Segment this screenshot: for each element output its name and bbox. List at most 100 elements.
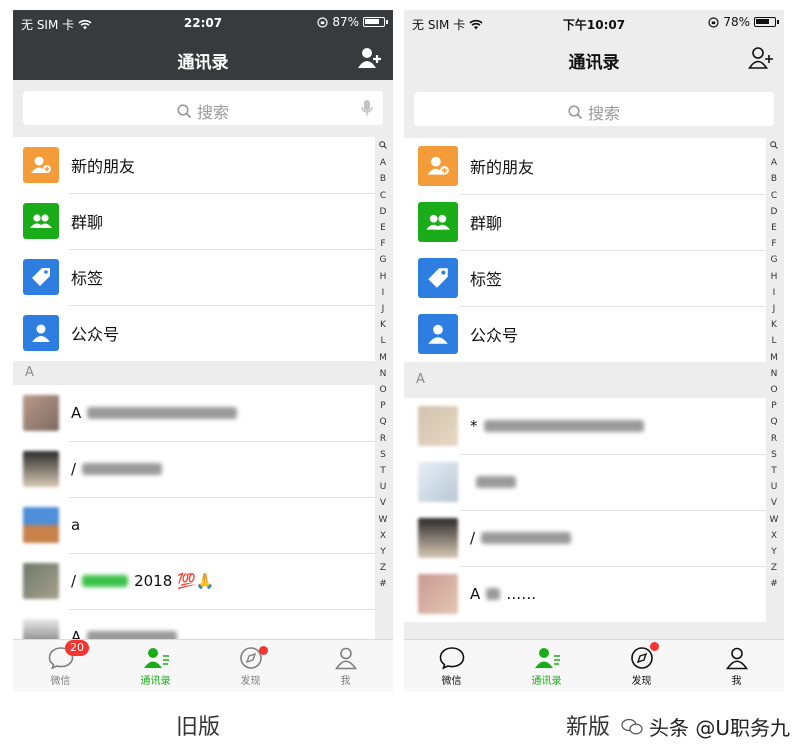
tab-me[interactable]: 我 (298, 640, 393, 692)
status-bar: 无 SIM 卡 下午10:07 78% (404, 10, 784, 36)
index-letter[interactable]: N (375, 366, 391, 382)
index-letter[interactable]: J (766, 301, 782, 317)
search-icon (177, 103, 192, 118)
search-bar[interactable]: 搜索 (414, 92, 774, 126)
index-letter[interactable]: C (766, 188, 782, 204)
page-title: 通讯录 (568, 53, 620, 73)
contact-row[interactable]: A …… (404, 566, 766, 622)
index-letter[interactable]: P (766, 398, 782, 414)
avatar (418, 406, 458, 446)
avatar (418, 574, 458, 614)
alphabet-index[interactable]: A B C D E F G H I J K L M N O P Q R S T U V W X Y Z # (766, 139, 782, 593)
index-letter[interactable]: H (766, 269, 782, 285)
index-letter[interactable]: X (375, 528, 391, 544)
tab-discover[interactable]: 发现 (203, 640, 298, 692)
index-letter[interactable]: W (375, 512, 391, 528)
blurred-name (486, 588, 501, 600)
index-letter[interactable]: M (766, 350, 782, 366)
index-letter[interactable]: Q (375, 414, 391, 430)
index-letter[interactable]: R (766, 431, 782, 447)
index-letter[interactable]: N (766, 366, 782, 382)
index-letter[interactable]: W (766, 512, 782, 528)
official-accounts-row[interactable]: 公众号 (404, 306, 766, 362)
index-letter[interactable]: U (766, 479, 782, 495)
contact-row[interactable]: A (13, 385, 375, 441)
contact-row[interactable]: / 2018 💯🙏 (13, 553, 375, 609)
index-letter[interactable]: T (375, 463, 391, 479)
index-letter[interactable]: A (375, 155, 391, 171)
index-letter[interactable]: B (375, 171, 391, 187)
index-letter[interactable]: X (766, 528, 782, 544)
index-letter[interactable]: P (375, 398, 391, 414)
tab-contacts[interactable]: 通讯录 (108, 640, 203, 692)
index-letter[interactable]: F (766, 236, 782, 252)
tab-chats[interactable]: 微信 20 (13, 640, 108, 692)
index-letter[interactable]: Y (375, 544, 391, 560)
index-letter[interactable]: K (375, 317, 391, 333)
group-chat-row[interactable]: 群聊 (13, 193, 375, 249)
index-letter[interactable]: I (766, 285, 782, 301)
microphone-icon[interactable] (361, 99, 373, 117)
blurred-name (476, 476, 516, 488)
official-accounts-label: 公众号 (71, 325, 120, 344)
tags-label: 标签 (470, 270, 503, 289)
index-letter[interactable]: H (375, 269, 391, 285)
index-search-icon[interactable] (375, 139, 391, 155)
index-letter[interactable]: E (375, 220, 391, 236)
contact-row[interactable] (404, 454, 766, 510)
official-accounts-row[interactable]: 公众号 (13, 305, 375, 361)
add-contact-icon[interactable] (357, 46, 383, 70)
index-letter[interactable]: G (766, 252, 782, 268)
index-letter[interactable]: V (375, 495, 391, 511)
index-letter[interactable]: Z (766, 560, 782, 576)
index-letter[interactable]: C (375, 188, 391, 204)
search-bar[interactable]: 搜索 (23, 91, 383, 125)
index-letter[interactable]: E (766, 220, 782, 236)
contact-row[interactable]: / (404, 510, 766, 566)
index-letter[interactable]: O (375, 382, 391, 398)
index-letter[interactable]: V (766, 495, 782, 511)
index-letter[interactable]: L (766, 333, 782, 349)
index-letter[interactable]: A (766, 155, 782, 171)
tags-row[interactable]: 标签 (13, 249, 375, 305)
index-letter[interactable]: J (375, 301, 391, 317)
index-letter[interactable]: F (375, 236, 391, 252)
index-letter[interactable]: U (375, 479, 391, 495)
index-letter[interactable]: B (766, 171, 782, 187)
index-letter[interactable]: G (375, 252, 391, 268)
battery-icon (363, 17, 388, 27)
index-letter[interactable]: D (766, 204, 782, 220)
new-friends-row[interactable]: 新的朋友 (13, 137, 375, 193)
index-letter[interactable]: I (375, 285, 391, 301)
index-letter[interactable]: S (766, 447, 782, 463)
alphabet-index[interactable]: A B C D E F G H I J K L M N O P Q R S T U V W X Y Z # (375, 139, 391, 593)
tab-bar: 微信 20 通讯录 发现 我 (13, 639, 393, 692)
index-search-icon[interactable] (766, 139, 782, 155)
tab-discover[interactable]: 发现 (594, 640, 689, 692)
index-letter[interactable]: Y (766, 544, 782, 560)
index-letter[interactable]: R (375, 431, 391, 447)
index-letter[interactable]: S (375, 447, 391, 463)
tab-me[interactable]: 我 (689, 640, 784, 692)
tab-chats[interactable]: 微信 (404, 640, 499, 692)
index-letter[interactable]: # (766, 576, 782, 592)
new-friends-row[interactable]: 新的朋友 (404, 138, 766, 194)
index-letter[interactable]: T (766, 463, 782, 479)
tags-row[interactable]: 标签 (404, 250, 766, 306)
index-letter[interactable]: L (375, 333, 391, 349)
index-letter[interactable]: Z (375, 560, 391, 576)
unread-badge: 20 (65, 640, 89, 656)
index-letter[interactable]: M (375, 350, 391, 366)
group-chat-row[interactable]: 群聊 (404, 194, 766, 250)
tab-contacts[interactable]: 通讯录 (499, 640, 594, 692)
index-letter[interactable]: D (375, 204, 391, 220)
index-letter[interactable]: O (766, 382, 782, 398)
index-letter[interactable]: Q (766, 414, 782, 430)
contact-row[interactable]: a (13, 497, 375, 553)
contact-row[interactable]: / (13, 441, 375, 497)
contact-row[interactable]: * (404, 398, 766, 454)
index-letter[interactable]: # (375, 576, 391, 592)
add-contact-icon[interactable] (748, 46, 774, 70)
index-letter[interactable]: K (766, 317, 782, 333)
contact-suffix: …… (506, 585, 537, 603)
